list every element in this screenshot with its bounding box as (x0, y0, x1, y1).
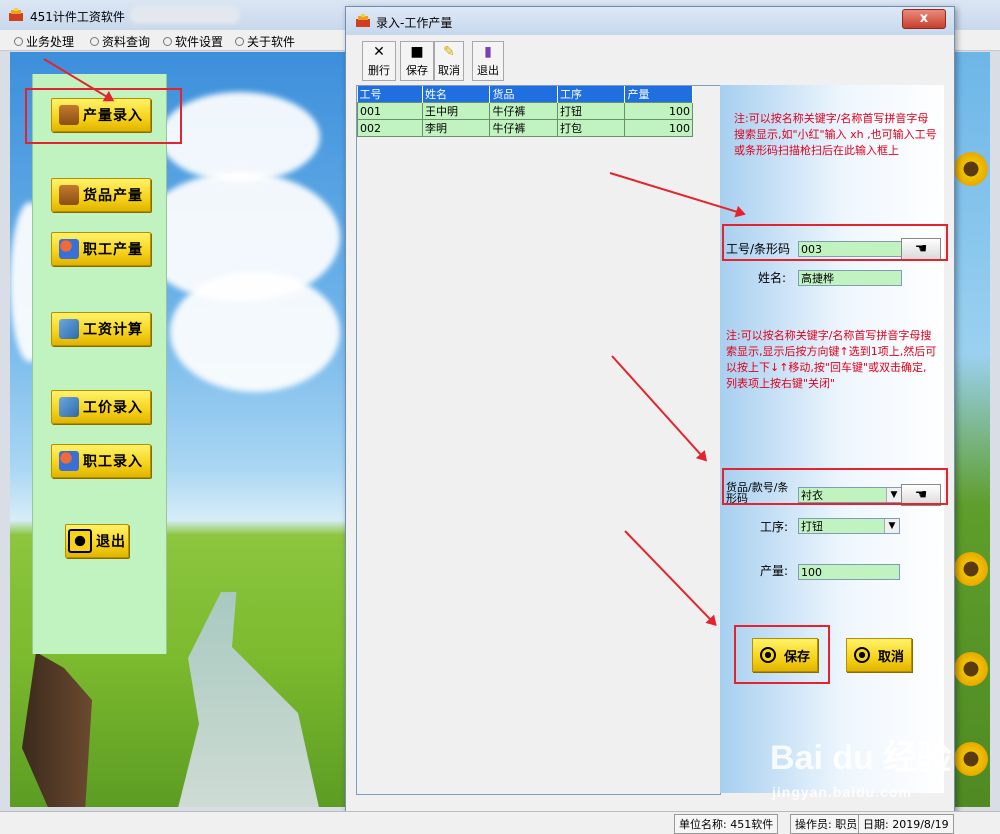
dialog-close-button[interactable]: x (902, 9, 946, 29)
cell-name[interactable]: 王中明 (421, 102, 491, 120)
delete-x-icon: ✕ (373, 44, 385, 60)
circle-icon (163, 37, 172, 46)
status-bar: 单位名称: 451软件 操作员: 职员 日期: 2019/8/19 (0, 811, 1000, 834)
cell-process[interactable]: 打包 (556, 119, 626, 137)
background-right-strip (950, 52, 990, 807)
cell-worker-id[interactable]: 002 (357, 119, 423, 137)
grid-table: 工号 姓名 货品 工序 产量 001 王中明 牛仔裤 打钮 100 002 李明 (357, 86, 693, 137)
quantity-label: 产量: (760, 564, 789, 578)
nav-wage-calc-button[interactable]: 工资计算 (51, 312, 151, 346)
name-label: 姓名: (758, 271, 787, 285)
chevron-down-icon[interactable]: ▼ (884, 519, 899, 533)
exit-book-icon: ▮ (484, 44, 492, 60)
process-label: 工序: (760, 520, 789, 534)
nav-exit-button[interactable]: 退出 (65, 524, 129, 558)
status-company: 单位名称: 451软件 (674, 814, 779, 834)
name-field: 高捷桦 (798, 270, 902, 286)
circle-icon (90, 37, 99, 46)
toolbar-save-button[interactable]: ■ 保存 (400, 41, 434, 81)
production-entry-dialog: 录入-工作产量 x ✕ 删行 ■ 保存 ✎ 取消 ▮ 退出 工号 姓名 货品 工序 产量… (345, 6, 955, 814)
quantity-input[interactable]: 100 (798, 564, 900, 580)
cloud (170, 272, 340, 392)
watermark-logo: Bai du 经验 (770, 739, 952, 777)
product-search-hint-note: 注:可以按名称关键字/名称首写拼音字母搜索显示,显示后按方向键↑选到1项上,然后… (726, 329, 937, 390)
toolbar-cancel-button[interactable]: ✎ 取消 (434, 41, 464, 81)
menu-item-about[interactable]: 关于软件 (235, 33, 295, 50)
delete-row-button[interactable]: ✕ 删行 (362, 41, 396, 81)
cell-process[interactable]: 打钮 (556, 102, 626, 120)
table-row[interactable]: 002 李明 牛仔裤 打包 100 (357, 119, 693, 137)
tools-icon (59, 319, 79, 339)
cell-product[interactable]: 牛仔裤 (489, 119, 558, 137)
circle-icon (235, 37, 244, 46)
nav-worker-entry-button[interactable]: 职工录入 (51, 444, 151, 478)
nav-product-output-button[interactable]: 货品产量 (51, 178, 151, 212)
dialog-title: 录入-工作产量 (376, 16, 453, 30)
radio-icon (68, 529, 92, 553)
users-icon (59, 239, 79, 259)
circle-icon (14, 37, 23, 46)
column-header[interactable]: 工号 (357, 86, 423, 103)
entry-form-panel: 注:可以按名称关键字/名称首写拼音字母搜索显示,如"小红"输入 xh ,也可输入… (720, 85, 944, 793)
column-header[interactable]: 工序 (557, 86, 626, 103)
bench (22, 652, 92, 807)
users-icon (59, 451, 79, 471)
menu-item-settings[interactable]: 软件设置 (163, 33, 223, 50)
cell-product[interactable]: 牛仔裤 (489, 102, 558, 120)
watermark-url: jingyan.baidu.com (772, 784, 912, 800)
floppy-disk-icon: ■ (410, 44, 424, 60)
status-date: 日期: 2019/8/19 (858, 814, 954, 834)
grid-header-row: 工号 姓名 货品 工序 产量 (357, 86, 693, 103)
status-operator: 操作员: 职员 (790, 814, 863, 834)
toolbar-exit-button[interactable]: ▮ 退出 (472, 41, 504, 81)
table-row[interactable]: 001 王中明 牛仔裤 打钮 100 (357, 102, 693, 120)
cell-worker-id[interactable]: 001 (357, 102, 423, 120)
app-title: 451计件工资软件 (30, 10, 125, 24)
nav-worker-output-button[interactable]: 职工产量 (51, 232, 151, 266)
cancel-pen-icon: ✎ (443, 44, 455, 60)
radio-icon (853, 647, 870, 663)
menu-item-query[interactable]: 资料查询 (90, 33, 150, 50)
cloud (160, 92, 320, 182)
dialog-icon (356, 14, 370, 27)
dialog-title-bar: 录入-工作产量 x (346, 7, 954, 35)
column-header[interactable]: 产量 (624, 86, 693, 103)
process-select[interactable]: 打钮 ▼ (798, 518, 900, 534)
baidu-watermark: Bai du 经验 jingyan.baidu.com (770, 730, 960, 810)
column-header[interactable]: 姓名 (422, 86, 491, 103)
nav-piece-rate-entry-button[interactable]: 工价录入 (51, 390, 151, 424)
annotation-highlight (734, 625, 830, 684)
tools-icon (59, 397, 79, 417)
sunflower (954, 152, 988, 186)
cell-quantity[interactable]: 100 (624, 119, 693, 137)
cell-quantity[interactable]: 100 (624, 102, 693, 120)
sunflower (954, 552, 988, 586)
cell-name[interactable]: 李明 (421, 119, 491, 137)
annotation-highlight (722, 224, 948, 261)
menu-item-business[interactable]: 业务处理 (14, 33, 74, 50)
search-hint-note: 注:可以按名称关键字/名称首写拼音字母搜索显示,如"小红"输入 xh ,也可输入… (734, 112, 937, 157)
gift-icon (59, 185, 79, 205)
blurred-title-suffix (130, 6, 240, 24)
column-header[interactable]: 货品 (489, 86, 558, 103)
annotation-highlight (722, 468, 948, 505)
nav-panel: 产量录入 货品产量 职工产量 工资计算 工价录入 职工录入 退出 (32, 74, 167, 654)
sunflower (954, 652, 988, 686)
app-icon (9, 8, 23, 21)
cancel-button[interactable]: 取消 (846, 638, 912, 672)
